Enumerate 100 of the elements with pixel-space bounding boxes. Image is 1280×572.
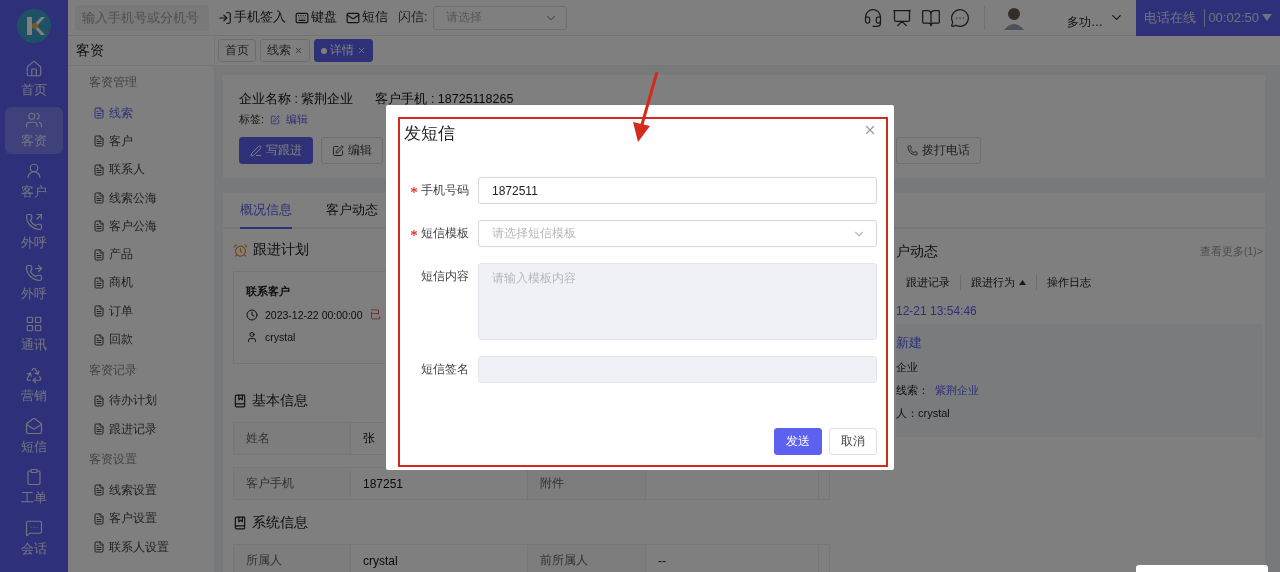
form-label: 短信模板 xyxy=(400,220,478,247)
filter-tab[interactable]: 跟进行为 xyxy=(961,275,1037,290)
nav-item[interactable]: 客户 xyxy=(5,158,63,205)
toolbar-action[interactable]: 键盘 xyxy=(295,9,337,26)
book-icon xyxy=(233,516,247,530)
nav-item[interactable]: 外呼 xyxy=(5,209,63,256)
nav-item[interactable]: 通讯 xyxy=(5,311,63,358)
alarm-icon xyxy=(233,242,248,258)
sidebar-item[interactable]: 商机 xyxy=(68,268,214,298)
close-button[interactable] xyxy=(863,123,877,137)
document-icon xyxy=(93,512,105,525)
activity-title: 新建 xyxy=(896,334,923,352)
overdue-status: 已 xyxy=(369,308,381,322)
caret-icon xyxy=(1262,13,1272,22)
phone-outgoing-icon xyxy=(25,213,43,231)
chat-icon[interactable] xyxy=(950,7,970,28)
page-tab[interactable]: 首页 xyxy=(218,39,256,62)
sidebar-item[interactable]: 待办计划 xyxy=(68,386,214,415)
lead-link[interactable]: 紫荆企业 xyxy=(935,383,979,398)
sidebar-item[interactable]: 线索设置 xyxy=(68,476,214,505)
write-followup-button[interactable]: 写跟进 xyxy=(239,137,313,164)
activity-label: 线索： xyxy=(896,383,929,398)
document-icon xyxy=(93,333,105,346)
plan-task: 联系客户 xyxy=(246,284,291,299)
document-icon xyxy=(93,276,105,289)
monitor-icon[interactable] xyxy=(892,7,912,28)
recycle-icon xyxy=(25,366,43,384)
sidebar-item[interactable]: 客户 xyxy=(68,127,214,156)
toolbar-action[interactable]: 短信 xyxy=(346,9,388,26)
nav-item[interactable]: 短信 xyxy=(5,413,63,460)
summary-field: 客户手机 : 18725118265 xyxy=(375,91,514,108)
login-icon xyxy=(218,10,232,25)
edit-button[interactable]: 编辑 xyxy=(321,137,383,164)
document-icon xyxy=(93,135,105,148)
sidebar-item[interactable]: 线索 xyxy=(68,99,214,128)
template-select[interactable]: 请选择短信模板 xyxy=(478,220,877,247)
form-label: 短信内容 xyxy=(420,268,470,285)
users-icon xyxy=(25,111,43,129)
document-icon xyxy=(93,394,105,407)
pen-icon xyxy=(250,144,262,157)
user-role: 多功… xyxy=(1067,14,1103,31)
send-button[interactable]: 发送 xyxy=(774,428,822,455)
document-icon xyxy=(93,163,105,176)
sidebar-item[interactable]: 订单 xyxy=(68,297,214,326)
sidebar-item[interactable]: 联系人设置 xyxy=(68,532,214,562)
cancel-button[interactable]: 取消 xyxy=(829,428,877,455)
document-icon xyxy=(93,423,105,436)
phone-status-bar[interactable]: 电话在线 00:02:50 xyxy=(1136,0,1280,36)
call-button[interactable]: 拨打电话 xyxy=(896,137,981,164)
call-timer: 00:02:50 xyxy=(1208,10,1259,25)
input-field[interactable]: 1872511 xyxy=(478,177,877,204)
tags-label: 标签: xyxy=(239,112,265,127)
sidebar-item[interactable]: 联系人 xyxy=(68,155,214,184)
section-title: 户动态 xyxy=(896,243,938,261)
plan-time: 2023-12-22 00:00:00 xyxy=(265,309,363,321)
detail-tab[interactable]: 客户动态 xyxy=(326,193,378,229)
sidebar-item[interactable]: 线索公海 xyxy=(68,183,214,213)
activity-line: 企业 xyxy=(896,360,919,375)
section-title: 基本信息 xyxy=(252,392,308,410)
nav-item[interactable]: 会话 xyxy=(5,515,63,562)
mail-icon xyxy=(25,417,43,435)
book-icon xyxy=(233,394,247,408)
document-icon xyxy=(93,484,105,497)
nav-item[interactable]: 外呼 xyxy=(5,260,63,307)
activity-time: 12-21 13:54:46 xyxy=(896,304,978,318)
page-tab[interactable]: 线索 xyxy=(260,39,310,62)
logo-icon xyxy=(16,8,52,44)
toolbar-action[interactable]: 手机签入 xyxy=(218,9,286,26)
sidebar-item[interactable]: 跟进记录 xyxy=(68,414,214,444)
close-icon[interactable] xyxy=(294,46,303,55)
avatar-icon[interactable] xyxy=(1003,5,1025,30)
home-icon xyxy=(25,60,43,78)
plan-owner: crystal xyxy=(265,331,296,343)
dialog-title: 发短信 xyxy=(404,123,455,144)
edit-icon xyxy=(332,144,344,157)
required-icon xyxy=(411,229,417,236)
section-title: 跟进计划 xyxy=(253,241,309,259)
document-icon xyxy=(93,541,105,553)
edit-icon xyxy=(270,114,281,125)
phone-status: 电话在线 xyxy=(1144,8,1205,27)
section-title: 系统信息 xyxy=(252,514,308,532)
headset-icon[interactable] xyxy=(863,7,883,28)
mail-icon xyxy=(346,10,360,25)
nav-item[interactable]: 工单 xyxy=(5,464,63,511)
detail-tab[interactable]: 概况信息 xyxy=(240,193,292,229)
book-icon[interactable] xyxy=(921,7,941,28)
phone-icon xyxy=(907,145,918,156)
flash-label: 闪信: xyxy=(398,9,428,26)
filter-tab[interactable]: 跟进记录 xyxy=(906,275,961,290)
grid-icon xyxy=(25,315,43,333)
user-icon xyxy=(246,331,258,343)
sidebar-item[interactable]: 客户公海 xyxy=(68,212,214,241)
edit-tags-link[interactable]: 编辑 xyxy=(286,112,309,127)
document-icon xyxy=(93,192,105,205)
filter-tab[interactable]: 操作日志 xyxy=(1037,275,1101,290)
page-tab[interactable]: 详情 xyxy=(314,39,373,62)
clock-icon xyxy=(246,309,258,321)
sidebar-item[interactable]: 客户设置 xyxy=(68,504,214,533)
sidebar-item[interactable]: 回款 xyxy=(68,325,214,354)
sidebar-item[interactable]: 产品 xyxy=(68,240,214,269)
